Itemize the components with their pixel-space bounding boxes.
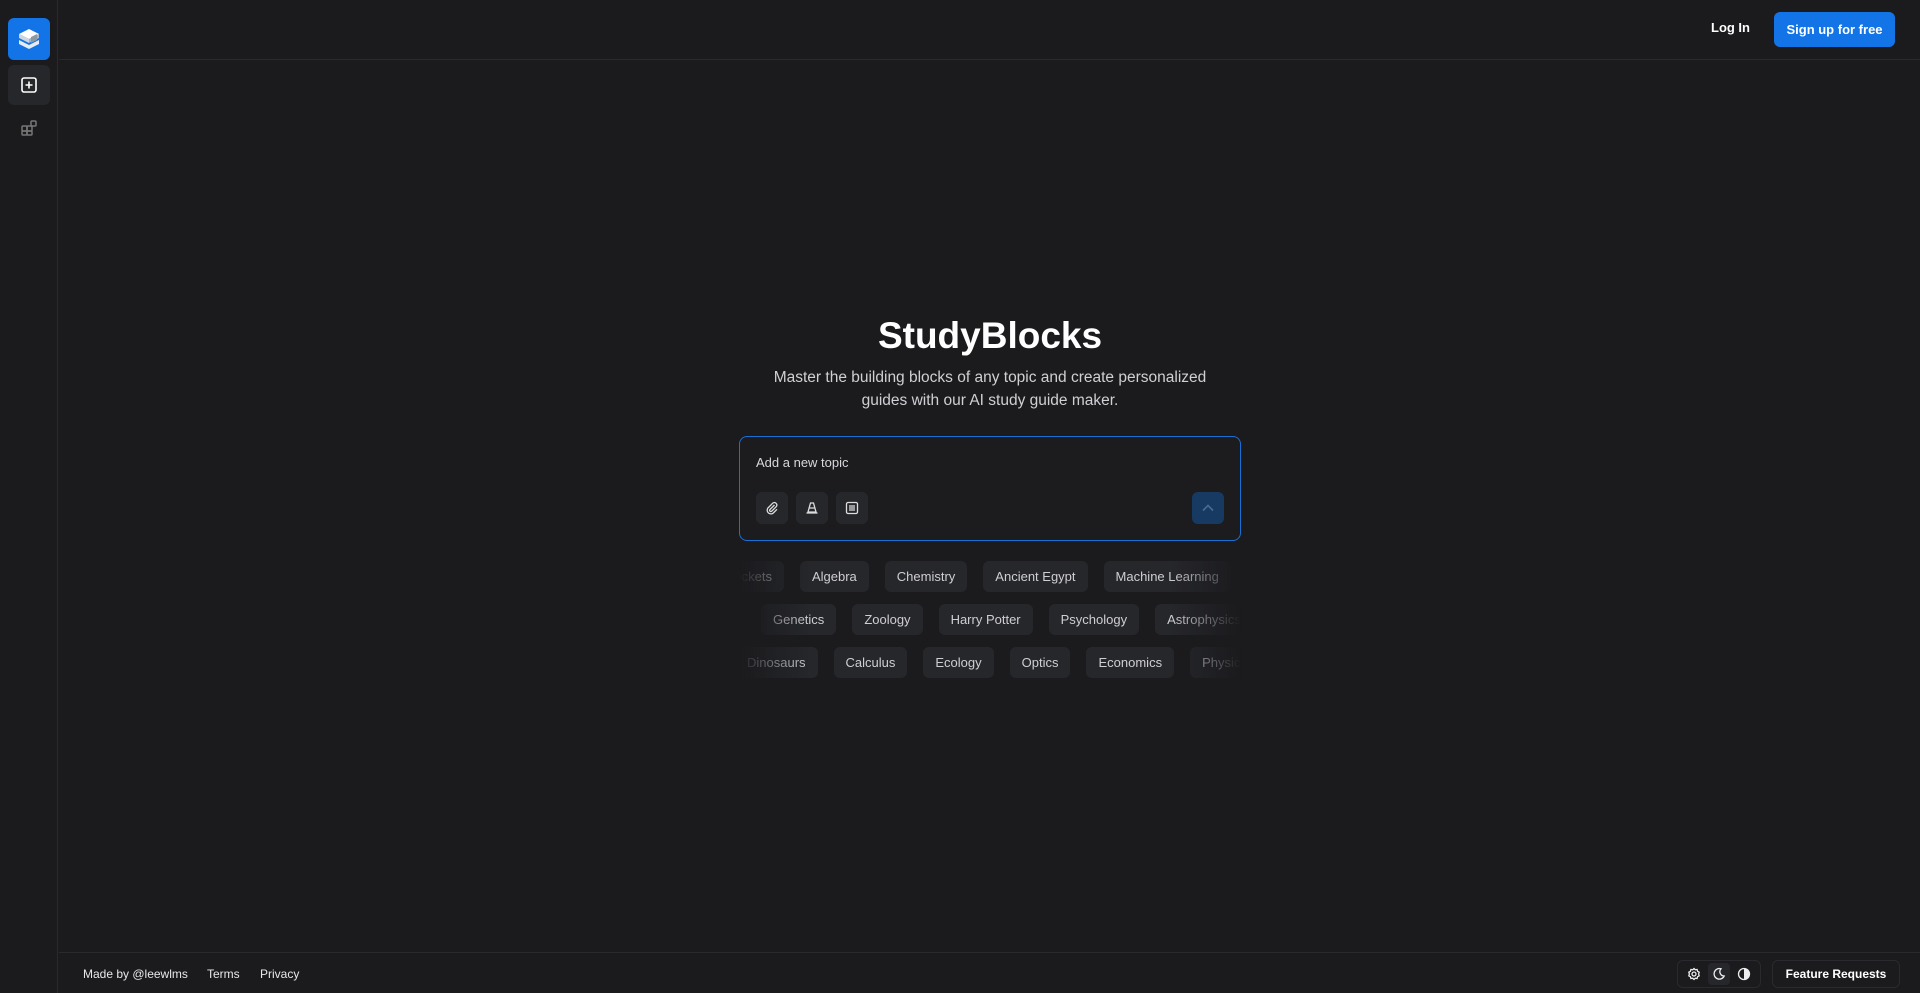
page-subtitle: Master the building blocks of any topic … (773, 369, 1207, 409)
document-icon (845, 501, 859, 515)
sidebar-item-new[interactable] (8, 65, 50, 105)
footer: Made by @leewlms Terms Privacy Feature R… (59, 952, 1920, 993)
topic-chip[interactable]: Harry Potter (938, 604, 1033, 635)
submit-button[interactable] (1192, 492, 1224, 524)
topic-chip[interactable]: Calculus (833, 647, 908, 678)
blocks-icon (21, 120, 37, 136)
topic-chip[interactable]: Machine Learning (1103, 561, 1231, 592)
chevron-up-icon (1202, 504, 1214, 512)
moon-icon (1713, 967, 1726, 980)
theme-contrast-button[interactable] (1733, 963, 1755, 985)
sidebar-item-blocks[interactable] (8, 108, 50, 148)
topic-chip[interactable]: Astrophysics (1155, 604, 1241, 635)
paperclip-icon (766, 501, 778, 515)
topic-chip[interactable]: Dinosaurs (739, 647, 818, 678)
topic-row: Rockets Algebra Chemistry Ancient Egypt Mach… (739, 561, 1231, 592)
topic-suggestions: Rockets Algebra Chemistry Ancient Egypt Mach… (739, 561, 1241, 681)
theme-switcher (1677, 960, 1761, 988)
topic-chip[interactable]: Chemistry (884, 561, 968, 592)
gear-icon (1687, 967, 1700, 981)
made-by-link[interactable]: Made by @leewlms (83, 967, 188, 981)
plus-square-icon (21, 77, 37, 93)
attach-button[interactable] (756, 492, 788, 524)
topic-chip[interactable]: Ancient Egypt (983, 561, 1088, 592)
login-link[interactable]: Log In (1711, 20, 1750, 35)
terms-link[interactable]: Terms (207, 967, 240, 981)
topic-chip[interactable]: Physics (1190, 647, 1241, 678)
difficulty-button[interactable] (796, 492, 828, 524)
topic-chip[interactable]: Psychology (1048, 604, 1140, 635)
theme-dark-button[interactable] (1707, 963, 1730, 985)
topic-chip[interactable]: Algebra (799, 561, 869, 592)
signup-button[interactable]: Sign up for free (1774, 12, 1895, 47)
traffic-cone-icon (806, 502, 818, 514)
header: Log In Sign up for free (59, 0, 1920, 60)
topic-input-box (739, 436, 1241, 541)
format-button[interactable] (836, 492, 868, 524)
sidebar (0, 0, 58, 993)
theme-system-button[interactable] (1683, 963, 1705, 985)
topic-chip[interactable]: Zoology (852, 604, 923, 635)
topic-chip[interactable]: Economics (1086, 647, 1175, 678)
contrast-icon (1738, 967, 1751, 981)
topic-row: Genetics Zoology Harry Potter Psychology Ast… (761, 604, 1241, 635)
topic-chip[interactable]: Genetics (761, 604, 837, 635)
privacy-link[interactable]: Privacy (260, 967, 299, 981)
topic-chip[interactable]: Ecology (923, 647, 994, 678)
cube-logo-icon (19, 29, 39, 49)
logo[interactable] (8, 18, 50, 60)
topic-input[interactable] (756, 455, 1216, 470)
page-title: StudyBlocks (877, 315, 1103, 356)
topic-chip[interactable]: Rockets (739, 561, 784, 592)
feature-requests-button[interactable]: Feature Requests (1772, 960, 1900, 988)
topic-chip[interactable]: Optics (1009, 647, 1071, 678)
topic-row: Dinosaurs Calculus Ecology Optics Economics P… (739, 647, 1241, 678)
